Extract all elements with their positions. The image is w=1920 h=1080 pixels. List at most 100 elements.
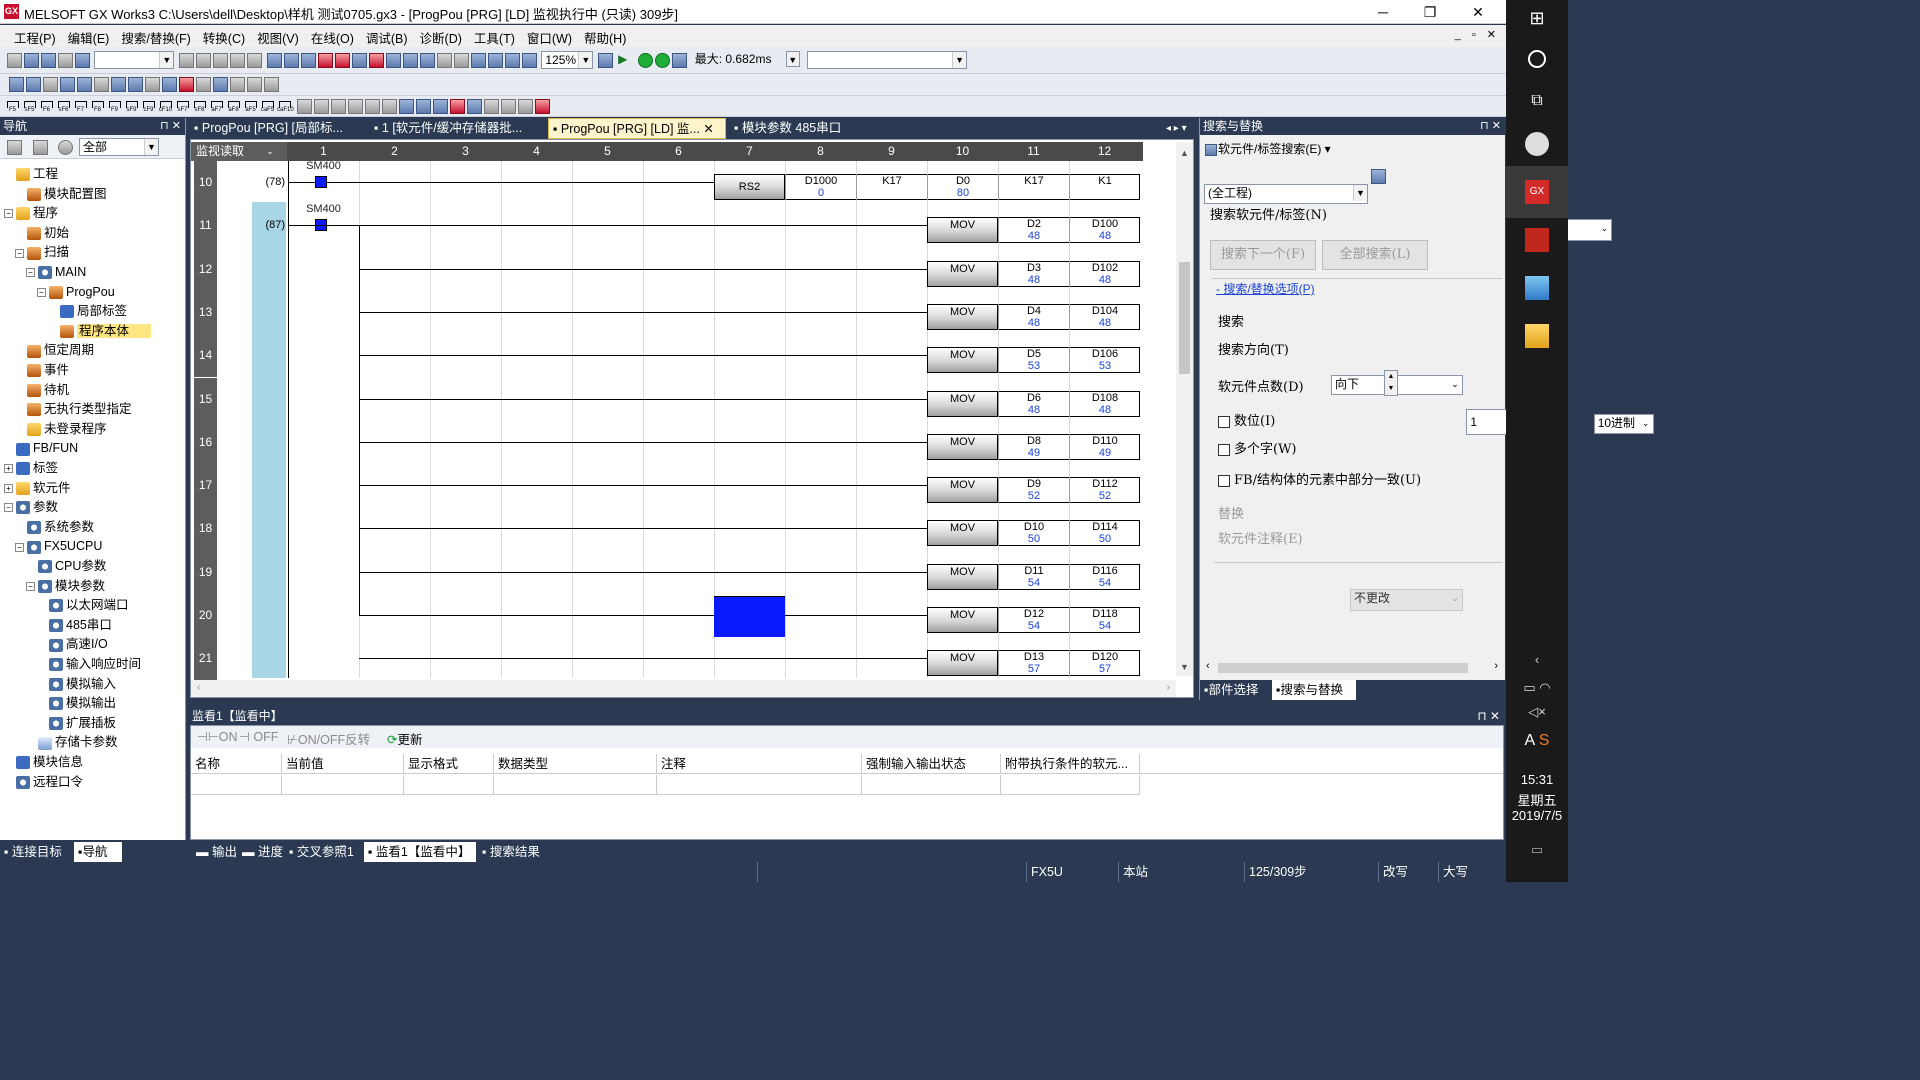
tab-ladder-monitor[interactable]: ▪ ProgPou [PRG] [LD] 监... ✕ <box>548 118 726 139</box>
operand[interactable]: K17 <box>998 174 1069 200</box>
convert-all-icon[interactable] <box>420 52 436 68</box>
operand[interactable]: D106 53 <box>1069 347 1140 374</box>
tree-item[interactable]: 无执行类型指定 <box>15 400 132 419</box>
operand[interactable]: D13 57 <box>998 650 1069 677</box>
misc2-icon[interactable] <box>196 77 211 92</box>
operand[interactable]: D114 50 <box>1069 520 1140 547</box>
cortana-icon[interactable] <box>1528 50 1546 68</box>
col-name[interactable]: 名称 <box>191 754 282 774</box>
fb-partial-checkbox[interactable]: FB/结构体的元素中部分一致(U) <box>1218 469 1421 488</box>
expand-toggle-icon[interactable]: − <box>4 209 13 219</box>
misc-ladder-icon-11[interactable] <box>467 99 483 114</box>
tab-module-param[interactable]: ▪ 模块参数 485串口 <box>730 118 858 139</box>
watch-empty-row[interactable] <box>191 775 1140 795</box>
misc-ladder-icon-12[interactable] <box>484 99 500 114</box>
misc-ladder-icon-8[interactable] <box>416 99 432 114</box>
verify-icon[interactable] <box>352 52 368 68</box>
mov-instruction[interactable]: MOV <box>927 563 998 590</box>
tab-search-results[interactable]: ▪ 搜索结果 <box>478 842 550 862</box>
compile-icon[interactable] <box>454 52 470 68</box>
tab-watch1[interactable]: ▪ 监看1【监看中】 <box>364 842 476 862</box>
device-icon[interactable] <box>267 52 283 68</box>
help-icon[interactable] <box>75 52 90 68</box>
col-display-format[interactable]: 显示格式 <box>404 754 494 774</box>
tree-item[interactable]: − 模块参数 <box>26 577 105 596</box>
tree-item[interactable]: − ProgPou <box>37 283 115 302</box>
col-force-io[interactable]: 强制输入输出状态 <box>862 754 1001 774</box>
refresh-button[interactable]: ⟳更新 <box>387 729 423 748</box>
nav-tool-icon[interactable] <box>7 140 22 155</box>
del-vline-icon[interactable]: cF10 <box>158 99 173 114</box>
hline-icon[interactable]: F9 <box>107 99 122 114</box>
device-comment-select[interactable]: 不更改 ⌄ <box>1350 589 1463 611</box>
multi-word-checkbox-box[interactable] <box>1218 443 1230 456</box>
vertical-scrollbar[interactable]: ▲ ▼ <box>1176 142 1193 676</box>
operand[interactable]: D118 54 <box>1069 607 1140 633</box>
tree-item[interactable]: 485串口 <box>37 616 112 635</box>
tree-item[interactable]: CPU参数 <box>26 557 106 576</box>
watch-icon[interactable] <box>597 52 613 68</box>
tree-item[interactable]: 恒定周期 <box>15 341 94 360</box>
tab-navigation[interactable]: ▪导航 <box>74 842 122 862</box>
replace-icon[interactable] <box>301 52 317 68</box>
tree-item[interactable]: − FX5UCPU <box>15 537 102 556</box>
operand[interactable]: D100 48 <box>1069 217 1140 244</box>
tree-item[interactable]: 模块信息 <box>4 753 83 772</box>
dev-icon[interactable] <box>111 77 126 92</box>
expand-toggle-icon[interactable]: − <box>26 268 35 278</box>
copy-icon[interactable] <box>195 52 211 68</box>
task-view-icon[interactable]: ⧉ <box>1525 92 1549 116</box>
misc-ladder-icon-7[interactable] <box>399 99 415 114</box>
tree-item[interactable]: 事件 <box>15 361 69 380</box>
misc-ladder-icon-5[interactable] <box>365 99 381 114</box>
tree-item[interactable]: 待机 <box>15 381 69 400</box>
tab-connection-target[interactable]: ▪ 连接目标 <box>0 842 72 862</box>
notification-icon[interactable]: ▭ <box>1506 842 1568 858</box>
horizontal-scrollbar[interactable]: ‹ › <box>191 680 1176 697</box>
tab-scroll-icon[interactable]: ◂ ▸ ▾ <box>1162 118 1194 139</box>
contact-nc-icon[interactable]: F6 <box>39 99 54 114</box>
col-exec-condition[interactable]: 附带执行条件的软元... <box>1001 754 1140 774</box>
zoom-fit-icon[interactable] <box>522 52 538 68</box>
tree-item[interactable]: 未登录程序 <box>15 420 107 439</box>
fall-parallel-icon[interactable]: aF8 <box>226 99 241 114</box>
gear-icon[interactable] <box>58 140 73 155</box>
ladder-icon[interactable] <box>471 52 487 68</box>
misc-ladder-icon-13[interactable] <box>501 99 517 114</box>
operand[interactable]: D108 48 <box>1069 390 1140 417</box>
app-swirl-icon[interactable] <box>1525 132 1549 156</box>
misc-ladder-icon-14[interactable] <box>518 99 534 114</box>
tab-search-replace[interactable]: ▪搜索与替换 <box>1272 680 1356 700</box>
mov-instruction[interactable]: MOV <box>927 477 998 504</box>
tab-device-batch[interactable]: ▪ 1 [软元件/缓冲存储器批... <box>370 118 540 139</box>
close-button[interactable]: ✕ <box>1455 0 1501 24</box>
search-panel-pin-icon[interactable]: ⊓ ✕ <box>1480 118 1501 135</box>
mov-instruction[interactable]: MOV <box>927 650 998 677</box>
operand[interactable]: D11 54 <box>998 563 1069 590</box>
tree-item[interactable]: FB/FUN <box>4 439 78 458</box>
coil-icon[interactable]: F7 <box>73 99 88 114</box>
misc-ladder-icon-4[interactable] <box>348 99 364 114</box>
check2-icon[interactable] <box>179 77 194 92</box>
operand[interactable]: D1000 0 <box>785 174 856 200</box>
tree-item[interactable]: + 标签 <box>4 459 58 478</box>
force-off-button[interactable]: ⊣ OFF <box>239 729 278 744</box>
rise-nc-icon[interactable]: aF5 <box>243 99 258 114</box>
operand[interactable]: D4 48 <box>998 303 1069 330</box>
open-icon[interactable] <box>24 52 39 68</box>
operand[interactable]: K17 <box>856 174 927 200</box>
find-next-button[interactable]: 搜索下一个(F) <box>1210 240 1316 270</box>
read-icon[interactable] <box>335 52 351 68</box>
search-scope-select[interactable]: (全工程) ▼ <box>1204 184 1368 204</box>
expand-toggle-icon[interactable]: + <box>4 483 13 493</box>
note-icon[interactable] <box>264 77 279 92</box>
list-icon[interactable] <box>43 77 58 92</box>
instruction-icon[interactable]: F8 <box>90 99 105 114</box>
write-icon[interactable] <box>318 52 334 68</box>
check-icon[interactable] <box>162 77 177 92</box>
cut-icon[interactable] <box>178 52 194 68</box>
vline-icon[interactable]: sF9 <box>124 99 139 114</box>
windows-start-icon[interactable]: ⊞ <box>1525 8 1549 32</box>
force-on-button[interactable]: ⊣⊢ON <box>197 729 238 744</box>
tree-item[interactable]: 模块配置图 <box>15 185 107 204</box>
